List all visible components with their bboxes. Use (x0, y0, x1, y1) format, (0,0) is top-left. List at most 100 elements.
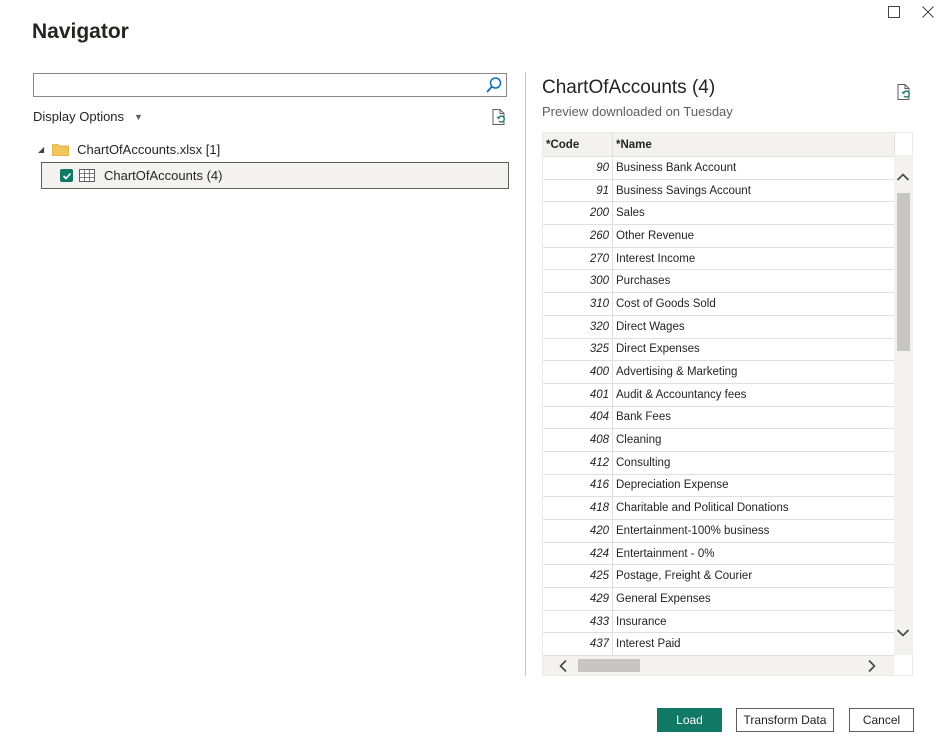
cell-code: 270 (543, 247, 613, 271)
cell-name: Cost of Goods Sold (612, 292, 895, 316)
cell-name: General Expenses (612, 587, 895, 611)
cell-name: Direct Expenses (612, 338, 895, 362)
maximize-icon[interactable] (884, 2, 904, 22)
cell-name: Other Revenue (612, 224, 895, 248)
cell-name: Bank Fees (612, 406, 895, 430)
table-row: 260 Other Revenue (543, 224, 895, 248)
table-row: 404 Bank Fees (543, 406, 895, 430)
cancel-button[interactable]: Cancel (849, 708, 914, 732)
table-row: 401 Audit & Accountancy fees (543, 383, 895, 407)
table-icon (79, 169, 95, 182)
cell-code: 437 (543, 632, 613, 657)
table-row: 400 Advertising & Marketing (543, 360, 895, 384)
preview-title: ChartOfAccounts (4) (542, 77, 716, 98)
vertical-scroll-thumb[interactable] (897, 193, 910, 351)
tree-item-label: ChartOfAccounts (4) (104, 168, 223, 183)
horizontal-scroll-thumb[interactable] (578, 659, 640, 672)
cell-code: 325 (543, 338, 613, 362)
cell-code: 412 (543, 451, 613, 475)
tree-item-label: ChartOfAccounts.xlsx [1] (77, 142, 221, 157)
cell-name: Interest Paid (612, 632, 895, 657)
column-header-name[interactable]: *Name (612, 133, 895, 157)
load-button[interactable]: Load (657, 708, 722, 732)
table-row: 420 Entertainment-100% business (543, 519, 895, 543)
refresh-icon[interactable] (490, 108, 508, 126)
cell-name: Purchases (612, 269, 895, 294)
scroll-down-icon[interactable] (896, 626, 910, 640)
cell-name: Cleaning (612, 428, 895, 452)
cell-name: Charitable and Political Donations (612, 496, 895, 520)
vertical-scrollbar[interactable] (894, 155, 913, 655)
scroll-left-icon[interactable] (558, 659, 568, 675)
preview-subtitle: Preview downloaded on Tuesday (542, 104, 733, 119)
search-input[interactable] (38, 74, 482, 98)
cell-code: 425 (543, 564, 613, 589)
horizontal-scrollbar[interactable] (543, 656, 894, 675)
caret-down-icon: ▼ (134, 111, 143, 122)
table-body: 90 Business Bank Account 91 Business Saving… (543, 156, 895, 657)
scroll-up-icon[interactable] (896, 170, 910, 184)
transform-data-button[interactable]: Transform Data (736, 708, 834, 732)
cell-code: 91 (543, 179, 613, 203)
cell-name: Direct Wages (612, 315, 895, 339)
cell-code: 429 (543, 587, 613, 611)
cell-code: 408 (543, 428, 613, 452)
cell-name: Depreciation Expense (612, 474, 895, 498)
cell-name: Entertainment - 0% (612, 542, 895, 566)
cell-code: 400 (543, 360, 613, 384)
search-box (33, 73, 507, 98)
cell-code: 260 (543, 224, 613, 248)
cell-name: Entertainment-100% business (612, 519, 895, 543)
tree-item-sheet[interactable]: ChartOfAccounts (4) (41, 162, 509, 189)
cell-name: Audit & Accountancy fees (612, 383, 895, 407)
table-row: 408 Cleaning (543, 428, 895, 452)
cell-name: Business Bank Account (612, 156, 895, 180)
close-icon[interactable] (918, 2, 938, 22)
table-row: 270 Interest Income (543, 247, 895, 271)
folder-icon (52, 143, 70, 156)
table-row: 433 Insurance (543, 610, 895, 634)
table-row: 412 Consulting (543, 451, 895, 475)
cell-code: 416 (543, 474, 613, 498)
checkbox[interactable] (60, 169, 73, 182)
table-row: 418 Charitable and Political Donations (543, 496, 895, 520)
cell-name: Postage, Freight & Courier (612, 564, 895, 589)
cell-name: Interest Income (612, 247, 895, 271)
cell-name: Consulting (612, 451, 895, 475)
table-row: 320 Direct Wages (543, 315, 895, 339)
table-row: 200 Sales (543, 201, 895, 226)
cell-name: Advertising & Marketing (612, 360, 895, 384)
cell-code: 401 (543, 383, 613, 407)
table-row: 325 Direct Expenses (543, 338, 895, 362)
search-icon[interactable] (485, 76, 503, 94)
cell-code: 90 (543, 156, 613, 180)
cell-code: 418 (543, 496, 613, 520)
table-row: 416 Depreciation Expense (543, 474, 895, 498)
cell-name: Sales (612, 201, 895, 226)
table-row: 91 Business Savings Account (543, 179, 895, 203)
cell-code: 404 (543, 406, 613, 430)
cell-name: Insurance (612, 610, 895, 634)
cell-code: 420 (543, 519, 613, 543)
cell-code: 433 (543, 610, 613, 634)
table-row: 424 Entertainment - 0% (543, 542, 895, 566)
table-row: 437 Interest Paid (543, 632, 895, 657)
refresh-preview-icon[interactable] (895, 83, 913, 101)
table-row: 429 General Expenses (543, 587, 895, 611)
cell-code: 320 (543, 315, 613, 339)
table-row: 310 Cost of Goods Sold (543, 292, 895, 316)
cell-name: Business Savings Account (612, 179, 895, 203)
column-header-code[interactable]: *Code (543, 133, 613, 157)
tree-item-workbook[interactable]: ◢ ChartOfAccounts.xlsx [1] (38, 142, 220, 157)
dialog-title: Navigator (32, 20, 129, 43)
display-options-dropdown[interactable]: Display Options ▼ (33, 109, 143, 124)
expand-triangle-icon[interactable]: ◢ (38, 145, 44, 154)
pane-divider[interactable] (525, 72, 526, 676)
cell-code: 200 (543, 201, 613, 226)
table-row: 90 Business Bank Account (543, 156, 895, 180)
scroll-right-icon[interactable] (867, 659, 877, 675)
cell-code: 424 (543, 542, 613, 566)
preview-table-container: *Code *Name 90 Business Bank Account 91 Bus… (542, 132, 913, 676)
table-row: 425 Postage, Freight & Courier (543, 564, 895, 589)
cell-code: 310 (543, 292, 613, 316)
